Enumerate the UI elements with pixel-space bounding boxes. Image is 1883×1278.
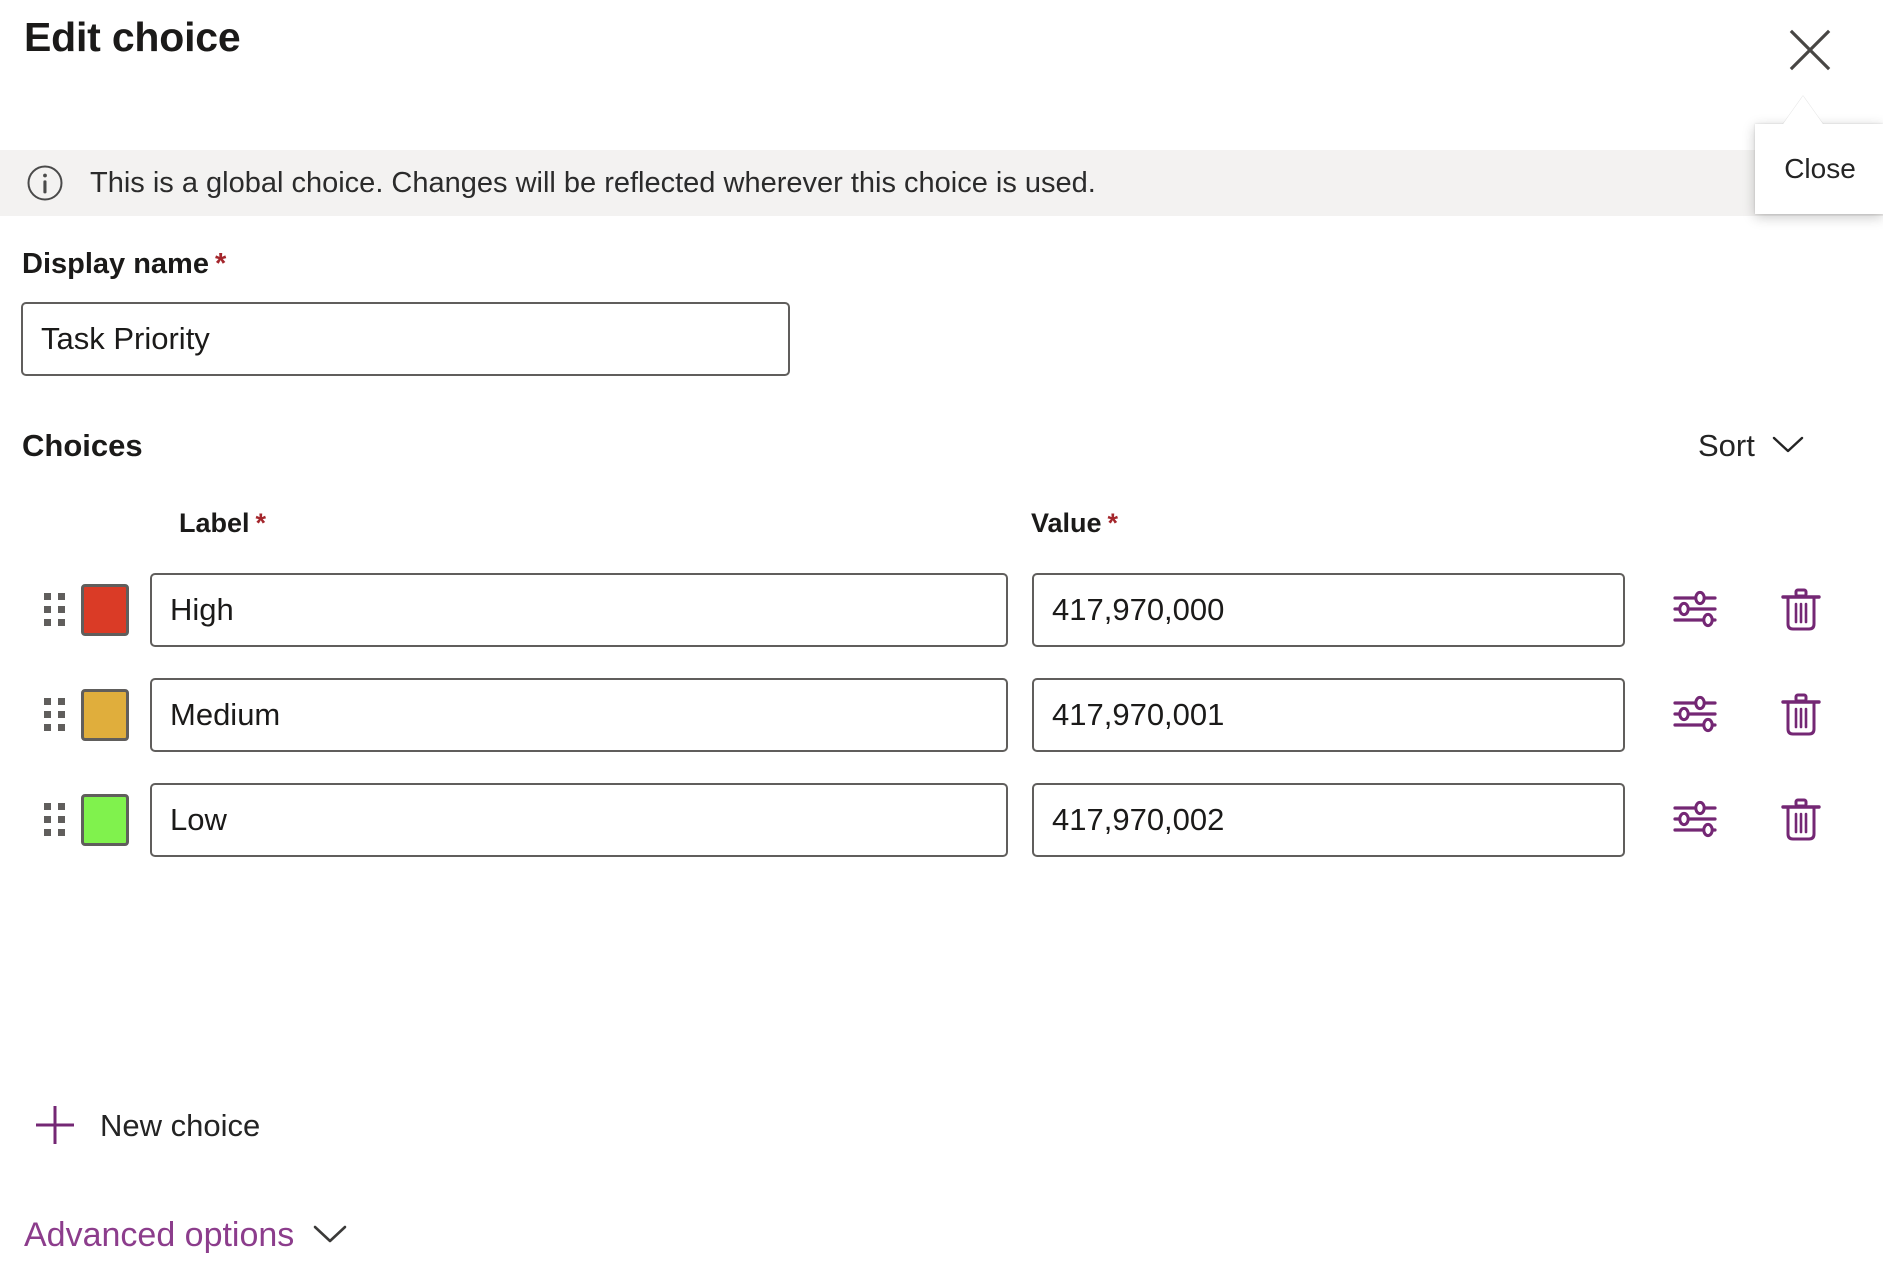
choice-color-swatch[interactable] bbox=[81, 689, 129, 741]
advanced-options-toggle[interactable]: Advanced options bbox=[20, 1212, 352, 1259]
choice-delete-button[interactable] bbox=[1772, 581, 1830, 639]
chevron-down-icon bbox=[1771, 434, 1805, 459]
choice-delete-button[interactable] bbox=[1772, 791, 1830, 849]
required-asterisk: * bbox=[256, 508, 267, 538]
display-name-input[interactable] bbox=[21, 302, 790, 376]
info-circle-icon bbox=[26, 164, 64, 202]
panel-header: Edit choice bbox=[0, 0, 1883, 150]
close-button[interactable] bbox=[1778, 18, 1842, 82]
value-column-header-text: Value bbox=[1031, 508, 1102, 538]
choice-delete-button[interactable] bbox=[1772, 686, 1830, 744]
close-tooltip-label: Close bbox=[1782, 155, 1856, 183]
new-choice-label: New choice bbox=[100, 1108, 260, 1144]
trash-icon bbox=[1776, 689, 1826, 742]
global-choice-info-bar: This is a global choice. Changes will be… bbox=[0, 150, 1883, 216]
drag-dots-icon[interactable] bbox=[44, 698, 66, 732]
required-asterisk: * bbox=[215, 248, 226, 280]
sliders-icon bbox=[1670, 794, 1720, 847]
sort-button-label: Sort bbox=[1698, 428, 1755, 464]
drag-dots-icon[interactable] bbox=[44, 803, 66, 837]
choice-row bbox=[0, 573, 1883, 647]
plus-icon bbox=[32, 1102, 78, 1151]
choice-value-input[interactable] bbox=[1032, 783, 1625, 857]
choice-label-input[interactable] bbox=[150, 573, 1008, 647]
edit-choice-panel: Edit choice This is a global choice. Cha… bbox=[0, 0, 1883, 1278]
display-name-label: Display name* bbox=[22, 248, 226, 281]
label-column-header-text: Label bbox=[179, 508, 250, 538]
info-bar-message: This is a global choice. Changes will be… bbox=[90, 167, 1096, 200]
choice-label-input[interactable] bbox=[150, 783, 1008, 857]
choices-heading: Choices bbox=[22, 428, 143, 464]
close-tooltip: Close bbox=[1755, 124, 1883, 214]
choice-row bbox=[0, 678, 1883, 752]
trash-icon bbox=[1776, 794, 1826, 847]
choice-value-input[interactable] bbox=[1032, 573, 1625, 647]
advanced-options-label: Advanced options bbox=[24, 1216, 294, 1255]
drag-dots-icon[interactable] bbox=[44, 593, 66, 627]
display-name-label-text: Display name bbox=[22, 248, 209, 280]
label-column-header: Label* bbox=[179, 508, 266, 539]
choice-settings-button[interactable] bbox=[1666, 686, 1724, 744]
page-title: Edit choice bbox=[24, 14, 241, 61]
choice-settings-button[interactable] bbox=[1666, 791, 1724, 849]
sliders-icon bbox=[1670, 689, 1720, 742]
sort-button[interactable]: Sort bbox=[1694, 424, 1809, 468]
required-asterisk: * bbox=[1108, 508, 1119, 538]
choice-color-swatch[interactable] bbox=[81, 584, 129, 636]
new-choice-button[interactable]: New choice bbox=[32, 1098, 268, 1154]
choice-value-input[interactable] bbox=[1032, 678, 1625, 752]
chevron-down-icon bbox=[312, 1222, 348, 1249]
choice-row bbox=[0, 783, 1883, 857]
trash-icon bbox=[1776, 584, 1826, 637]
value-column-header: Value* bbox=[1031, 508, 1118, 539]
choice-label-input[interactable] bbox=[150, 678, 1008, 752]
sliders-icon bbox=[1670, 584, 1720, 637]
close-icon bbox=[1787, 27, 1833, 73]
choice-settings-button[interactable] bbox=[1666, 581, 1724, 639]
choice-color-swatch[interactable] bbox=[81, 794, 129, 846]
